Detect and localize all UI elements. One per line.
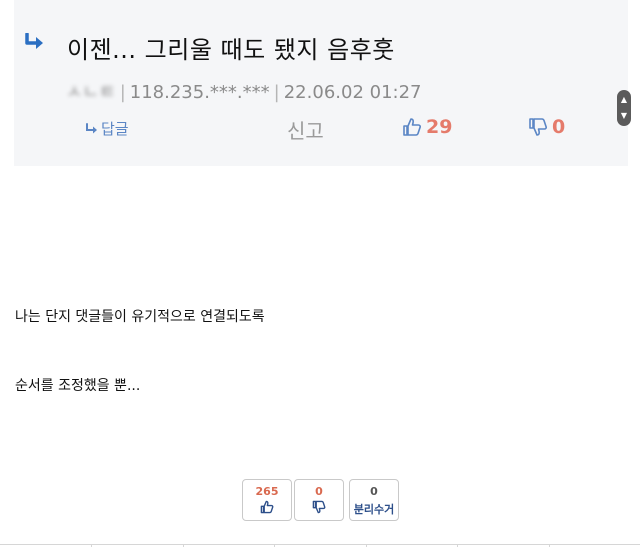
reply-button[interactable]: 답글: [85, 118, 129, 139]
report-button[interactable]: 신고: [287, 115, 324, 144]
separate-count: 0: [370, 485, 378, 498]
chevron-up-icon[interactable]: ▲: [617, 96, 631, 104]
meta-separator: |: [119, 82, 126, 103]
chevron-down-icon[interactable]: ▼: [617, 112, 631, 120]
recommend-count: 265: [255, 485, 279, 498]
thumbs-down-icon: [312, 500, 326, 514]
thumbs-up-icon: [403, 118, 421, 136]
post-text-line: 순서를 조정했을 뿐...: [15, 378, 141, 394]
reply-label: 답글: [101, 120, 129, 138]
comment-dislike-button[interactable]: 0: [528, 116, 565, 138]
meta-separator: |: [273, 82, 280, 103]
thumbs-up-icon: [260, 500, 274, 514]
not-recommend-count: 0: [315, 485, 323, 498]
thumbs-down-icon: [529, 118, 547, 136]
separate-label: 분리수거: [353, 503, 395, 516]
comment-like-count: 29: [426, 116, 453, 138]
reply-arrow-icon: [25, 33, 43, 49]
comment-meta: ㅅㄴㅌ | 118.235.***.*** | 22.06.02 01:27: [66, 78, 422, 104]
separate-button[interactable]: 0 분리수거: [349, 479, 399, 521]
scroll-handle[interactable]: ▲ ▼: [617, 90, 631, 126]
comment-like-button[interactable]: 29: [402, 116, 452, 138]
post-text-line: 나는 단지 댓글들이 유기적으로 연결되도록: [15, 309, 265, 325]
comment-text: 이젠... 그리울 때도 됐지 음후훗: [67, 36, 395, 64]
reply-small-arrow-icon: [86, 122, 97, 133]
comment-date: 22.06.02 01:27: [283, 82, 422, 103]
recommend-button[interactable]: 265: [242, 479, 292, 521]
comment-ip: 118.235.***.***: [129, 82, 270, 103]
comment-nickname[interactable]: ㅅㄴㅌ: [66, 82, 116, 103]
not-recommend-button[interactable]: 0: [294, 479, 344, 521]
comment-dislike-count: 0: [552, 116, 566, 138]
divider: [0, 544, 640, 545]
